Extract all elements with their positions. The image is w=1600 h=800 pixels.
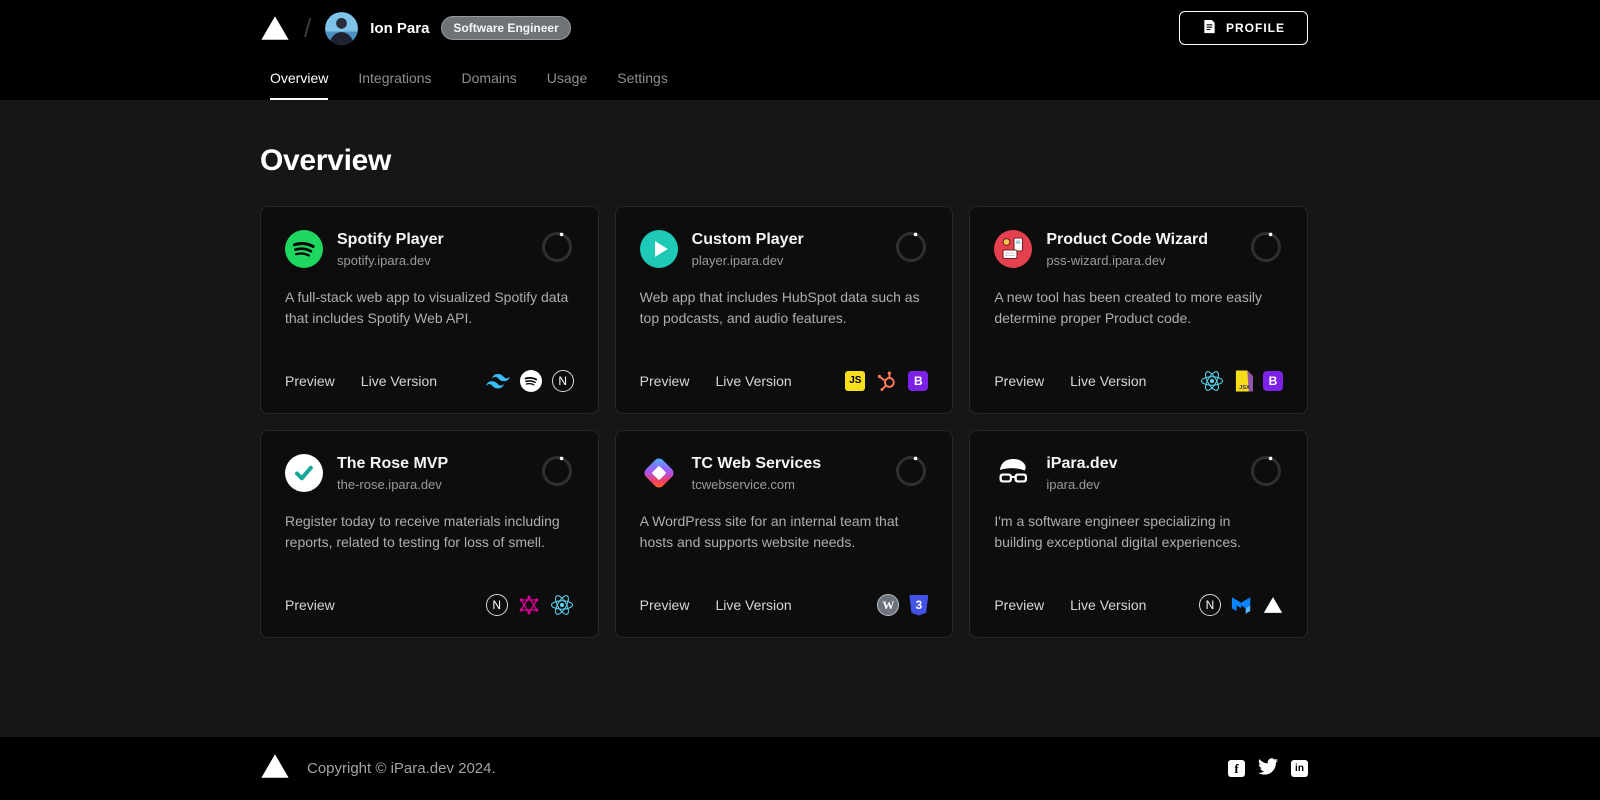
spotify-small-icon: [520, 370, 542, 392]
profile-button-label: PROFILE: [1226, 21, 1285, 35]
facebook-icon[interactable]: f: [1228, 760, 1245, 777]
loading-spinner-icon: [894, 230, 928, 264]
preview-link[interactable]: Preview: [640, 373, 690, 389]
project-card-ipara-dev: iPara.dev ipara.dev I'm a software engin…: [969, 430, 1308, 638]
wordpress-icon: W: [877, 594, 899, 616]
main-nav: Overview Integrations Domains Usage Sett…: [260, 56, 1308, 100]
graphql-icon: [518, 594, 540, 616]
linkedin-icon[interactable]: in: [1291, 760, 1308, 777]
preview-link[interactable]: Preview: [994, 597, 1044, 613]
project-card-tc-web-services: TC Web Services tcwebservice.com A WordP…: [615, 430, 954, 638]
project-title: Product Code Wizard: [1046, 230, 1208, 250]
wizard-logo-icon: [994, 230, 1032, 268]
bootstrap-icon: B: [908, 371, 928, 391]
live-version-link[interactable]: Live Version: [1070, 373, 1146, 389]
bootstrap-icon: B: [1263, 371, 1283, 391]
preview-link[interactable]: Preview: [640, 597, 690, 613]
nextjs-icon: N: [486, 594, 508, 616]
live-version-link[interactable]: Live Version: [1070, 597, 1146, 613]
project-card-product-code-wizard: Product Code Wizard pss-wizard.ipara.dev…: [969, 206, 1308, 414]
live-version-link[interactable]: Live Version: [715, 373, 791, 389]
project-description: Web app that includes HubSpot data such …: [640, 287, 929, 328]
projects-grid: Spotify Player spotify.ipara.dev A full-…: [260, 206, 1308, 638]
project-domain: tcwebservice.com: [692, 477, 822, 492]
project-description: Register today to receive materials incl…: [285, 511, 574, 552]
nextjs-icon: N: [552, 370, 574, 392]
preview-link[interactable]: Preview: [994, 373, 1044, 389]
project-title: Custom Player: [692, 230, 804, 250]
loading-spinner-icon: [540, 454, 574, 488]
project-description: A new tool has been created to more easi…: [994, 287, 1283, 328]
loading-spinner-icon: [1249, 230, 1283, 264]
jsx-file-icon: JSX: [1234, 370, 1253, 392]
project-description: I'm a software engineer specializing in …: [994, 511, 1283, 552]
react-icon: [550, 594, 574, 616]
project-description: A full-stack web app to visualized Spoti…: [285, 287, 574, 328]
tab-settings[interactable]: Settings: [617, 56, 668, 100]
main-content: Overview Spotify Player spotify.ipara.de…: [0, 100, 1600, 737]
tab-integrations[interactable]: Integrations: [358, 56, 431, 100]
spotify-logo-icon: [285, 230, 323, 268]
vercel-logo-icon[interactable]: [260, 15, 290, 41]
breadcrumb: / Ion Para Software Engineer: [260, 12, 571, 45]
tab-domains[interactable]: Domains: [462, 56, 517, 100]
tc-logo-icon: [640, 454, 678, 492]
mui-icon: [1231, 596, 1253, 615]
project-card-spotify-player: Spotify Player spotify.ipara.dev A full-…: [260, 206, 599, 414]
project-card-the-rose-mvp: The Rose MVP the-rose.ipara.dev Register…: [260, 430, 599, 638]
project-domain: player.ipara.dev: [692, 253, 804, 268]
project-domain: the-rose.ipara.dev: [337, 477, 448, 492]
app-header: / Ion Para Software Engineer: [0, 0, 1600, 100]
project-domain: spotify.ipara.dev: [337, 253, 444, 268]
tab-overview[interactable]: Overview: [270, 56, 328, 100]
project-domain: pss-wizard.ipara.dev: [1046, 253, 1208, 268]
svg-text:JSX: JSX: [1239, 385, 1250, 391]
project-domain: ipara.dev: [1046, 477, 1117, 492]
javascript-icon: JS: [845, 371, 865, 391]
play-logo-icon: [640, 230, 678, 268]
project-title: TC Web Services: [692, 454, 822, 474]
tailwindcss-icon: [486, 374, 510, 389]
live-version-link[interactable]: Live Version: [715, 597, 791, 613]
user-avatar[interactable]: [325, 12, 358, 45]
live-version-link[interactable]: Live Version: [361, 373, 437, 389]
loading-spinner-icon: [1249, 454, 1283, 488]
project-title: iPara.dev: [1046, 454, 1117, 474]
footer-logo-triangle-icon[interactable]: [260, 753, 290, 784]
header-top-row: / Ion Para Software Engineer: [260, 0, 1308, 56]
project-title: Spotify Player: [337, 230, 444, 250]
project-description: A WordPress site for an internal team th…: [640, 511, 929, 552]
role-badge: Software Engineer: [441, 16, 570, 40]
preview-link[interactable]: Preview: [285, 597, 335, 613]
preview-link[interactable]: Preview: [285, 373, 335, 389]
user-name: Ion Para: [370, 20, 429, 37]
glasses-logo-icon: [994, 454, 1032, 492]
nextjs-icon: N: [1199, 594, 1221, 616]
breadcrumb-slash: /: [304, 13, 311, 44]
vercel-triangle-icon: [1263, 596, 1283, 614]
page-title: Overview: [260, 100, 1308, 178]
document-icon: [1202, 19, 1217, 37]
css3-icon: 3: [909, 595, 928, 616]
project-title: The Rose MVP: [337, 454, 448, 474]
twitter-icon[interactable]: [1258, 758, 1278, 780]
loading-spinner-icon: [894, 454, 928, 488]
app-footer: Copyright © iPara.dev 2024. f in: [0, 737, 1600, 800]
loading-spinner-icon: [540, 230, 574, 264]
project-card-custom-player: Custom Player player.ipara.dev Web app t…: [615, 206, 954, 414]
react-icon: [1200, 370, 1224, 392]
hubspot-icon: [875, 369, 898, 392]
profile-button[interactable]: PROFILE: [1179, 11, 1308, 45]
check-logo-icon: [285, 454, 323, 492]
copyright-text: Copyright © iPara.dev 2024.: [307, 760, 496, 777]
social-links: f in: [1228, 758, 1308, 780]
tab-usage[interactable]: Usage: [547, 56, 587, 100]
